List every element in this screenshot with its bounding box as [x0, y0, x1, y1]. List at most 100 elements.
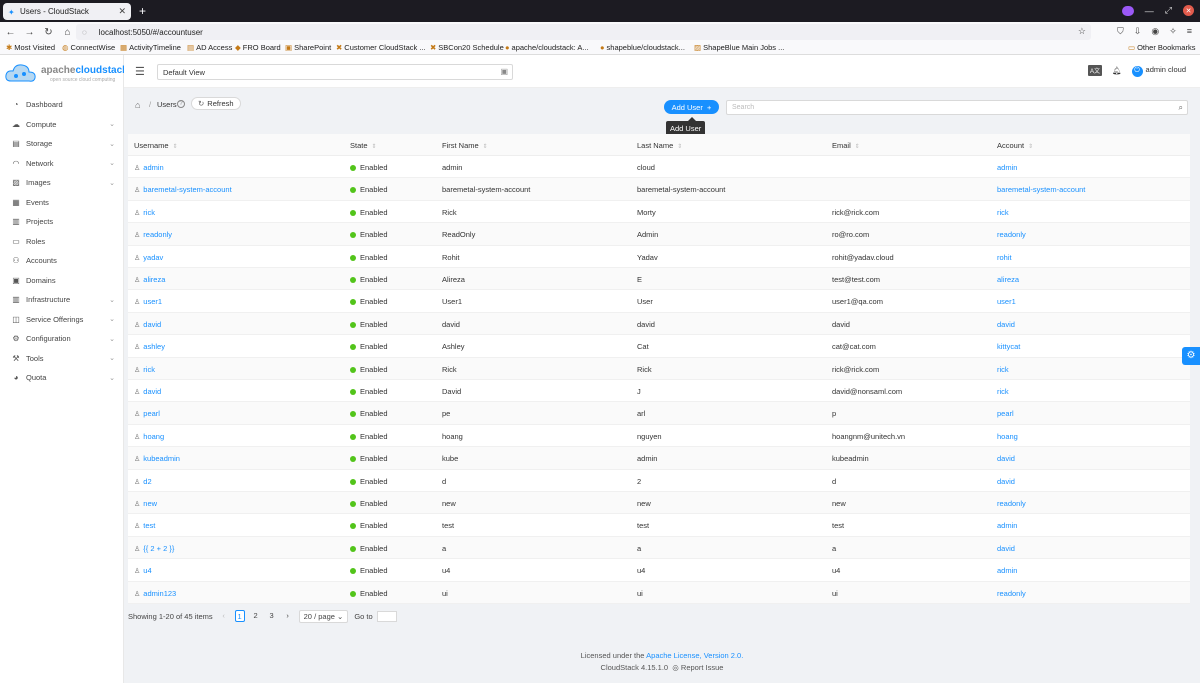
download-icon[interactable]: ⇩	[1134, 26, 1142, 37]
account-link[interactable]: admin	[997, 566, 1017, 575]
column-header-username[interactable]: Username ⇕	[134, 141, 178, 150]
sidebar-item-images[interactable]: ▨ Images ⌄	[0, 173, 124, 193]
next-page-icon[interactable]: ›	[283, 610, 293, 622]
username-link[interactable]: ♙ pearl	[134, 409, 160, 418]
goto-input[interactable]	[376, 610, 397, 622]
username-link[interactable]: ♙ admin123	[134, 589, 176, 598]
username-link[interactable]: ♙ baremetal-system-account	[134, 185, 232, 194]
account-link[interactable]: david	[997, 544, 1015, 553]
sidebar-item-events[interactable]: ▦ Events	[0, 193, 124, 213]
sidebar-item-quota[interactable]: ◕ Quota ⌄	[0, 368, 124, 388]
account-link[interactable]: baremetal-system-account	[997, 185, 1085, 194]
report-issue-link[interactable]: Report Issue	[681, 663, 724, 672]
username-link[interactable]: ♙ readonly	[134, 230, 172, 239]
window-close-icon[interactable]: ✕	[1183, 5, 1194, 16]
account-link[interactable]: pearl	[997, 409, 1014, 418]
account-link[interactable]: admin	[997, 521, 1017, 530]
home-icon[interactable]: ⌂	[135, 100, 140, 110]
sidebar-item-infrastructure[interactable]: ▥ Infrastructure ⌄	[0, 290, 124, 310]
account-link[interactable]: rick	[997, 365, 1009, 374]
sidebar-item-accounts[interactable]: ⚇ Accounts	[0, 251, 124, 271]
account-link[interactable]: david	[997, 477, 1015, 486]
refresh-button[interactable]: ↻ Refresh	[191, 97, 241, 110]
column-header-account[interactable]: Account ⇕	[997, 141, 1033, 150]
sidebar-item-tools[interactable]: ⚒ Tools ⌄	[0, 349, 124, 369]
bookmark-item[interactable]: ▦ ActivityTimeline	[120, 43, 181, 52]
username-link[interactable]: ♙ rick	[134, 365, 155, 374]
bookmark-item[interactable]: ◆ FRO Board	[235, 43, 281, 52]
sidebar-item-roles[interactable]: ▭ Roles	[0, 232, 124, 252]
page-1[interactable]: 1	[234, 610, 245, 622]
menu-icon[interactable]: ≡	[1187, 26, 1192, 37]
account-link[interactable]: readonly	[997, 499, 1026, 508]
account-link[interactable]: kittycat	[997, 342, 1020, 351]
account-link[interactable]: rick	[997, 387, 1009, 396]
bookmark-item[interactable]: ✖ SBCon20 Schedule	[430, 43, 504, 52]
bookmark-item[interactable]: ▤ AD Access	[187, 43, 232, 52]
sidebar-item-configuration[interactable]: ⚙ Configuration ⌄	[0, 329, 124, 349]
bookmark-item[interactable]: ✱ Most Visited	[6, 43, 55, 52]
sort-icon[interactable]: ⇕	[483, 144, 488, 150]
username-link[interactable]: ♙ user1	[134, 297, 162, 306]
username-link[interactable]: ♙ new	[134, 499, 157, 508]
username-link[interactable]: ♙ hoang	[134, 432, 164, 441]
sort-icon[interactable]: ⇕	[173, 144, 178, 150]
column-header-last-name[interactable]: Last Name ⇕	[637, 141, 682, 150]
page-size-select[interactable]: 20 / page ⌄	[298, 609, 349, 623]
account-link[interactable]: readonly	[997, 589, 1026, 598]
menu-fold-icon[interactable]: ☰	[135, 65, 145, 78]
account-link[interactable]: user1	[997, 297, 1016, 306]
bookmark-item[interactable]: ▨ ShapeBlue Main Jobs ...	[694, 43, 784, 52]
bookmark-item[interactable]: ● apache/cloudstack: A...	[505, 43, 589, 52]
browser-tab[interactable]: ✦ Users - CloudStack ✕	[3, 3, 131, 20]
bookmark-item[interactable]: ● shapeblue/cloudstack...	[600, 43, 685, 52]
account-link[interactable]: admin	[997, 163, 1017, 172]
maximize-icon[interactable]: ⤢	[1165, 5, 1172, 16]
sidebar-item-domains[interactable]: ▣ Domains	[0, 271, 124, 291]
sidebar-item-dashboard[interactable]: ◔ Dashboard	[0, 95, 124, 115]
username-link[interactable]: ♙ test	[134, 521, 155, 530]
sort-icon[interactable]: ⇕	[372, 144, 377, 150]
sort-icon[interactable]: ⇕	[1028, 144, 1033, 150]
other-bookmarks[interactable]: ▭ Other Bookmarks	[1128, 43, 1195, 52]
username-link[interactable]: ♙ ashley	[134, 342, 165, 351]
column-header-email[interactable]: Email ⇕	[832, 141, 860, 150]
sidebar-item-compute[interactable]: ☁ Compute ⌄	[0, 115, 124, 135]
url-bar[interactable]: ◌ localhost:5050/#/accountuser ☆	[76, 24, 1091, 40]
close-tab-icon[interactable]: ✕	[118, 6, 126, 17]
language-switch-icon[interactable]: A文	[1088, 65, 1103, 77]
column-header-first-name[interactable]: First Name ⇕	[442, 141, 488, 150]
pocket-icon[interactable]: ⛉	[1117, 26, 1124, 37]
account-link[interactable]: rick	[997, 208, 1009, 217]
username-link[interactable]: ♙ d2	[134, 477, 152, 486]
page-2[interactable]: 2	[251, 610, 261, 622]
username-link[interactable]: ♙ u4	[134, 566, 152, 575]
account-link[interactable]: rohit	[997, 253, 1012, 262]
sort-icon[interactable]: ⇕	[677, 144, 682, 150]
minimize-icon[interactable]: —	[1145, 6, 1154, 16]
settings-drawer-gear-icon[interactable]: ⚙	[1182, 347, 1200, 365]
logo[interactable]: apachecloudstack open source cloud compu…	[4, 59, 128, 87]
username-link[interactable]: ♙ david	[134, 387, 161, 396]
account-link[interactable]: alireza	[997, 275, 1019, 284]
username-link[interactable]: ♙ rick	[134, 208, 155, 217]
username-link[interactable]: ♙ kubeadmin	[134, 454, 180, 463]
add-user-button[interactable]: Add User +	[664, 100, 719, 114]
back-icon[interactable]: ←	[2, 27, 19, 38]
bell-icon[interactable]: 🔔︎	[1112, 66, 1122, 75]
extension-icon[interactable]	[1121, 5, 1134, 16]
home-icon[interactable]: ⌂	[59, 27, 76, 38]
sidebar-item-storage[interactable]: ▤ Storage ⌄	[0, 134, 124, 154]
user-menu[interactable]: ⏻ admin cloud	[1131, 65, 1186, 77]
account-link[interactable]: david	[997, 320, 1015, 329]
reload-icon[interactable]: ↻	[40, 27, 57, 38]
view-select[interactable]: Default View ▣	[157, 64, 513, 80]
sidebar-item-service-offerings[interactable]: ◫ Service Offerings ⌄	[0, 310, 124, 330]
question-icon[interactable]: ?	[177, 100, 185, 108]
page-3[interactable]: 3	[267, 610, 277, 622]
license-link[interactable]: Apache License, Version 2.0.	[646, 651, 743, 660]
new-tab-icon[interactable]: +	[139, 4, 146, 18]
username-link[interactable]: ♙ yadav	[134, 253, 163, 262]
search-input[interactable]: Search ⌕	[726, 100, 1188, 115]
account-link[interactable]: readonly	[997, 230, 1026, 239]
